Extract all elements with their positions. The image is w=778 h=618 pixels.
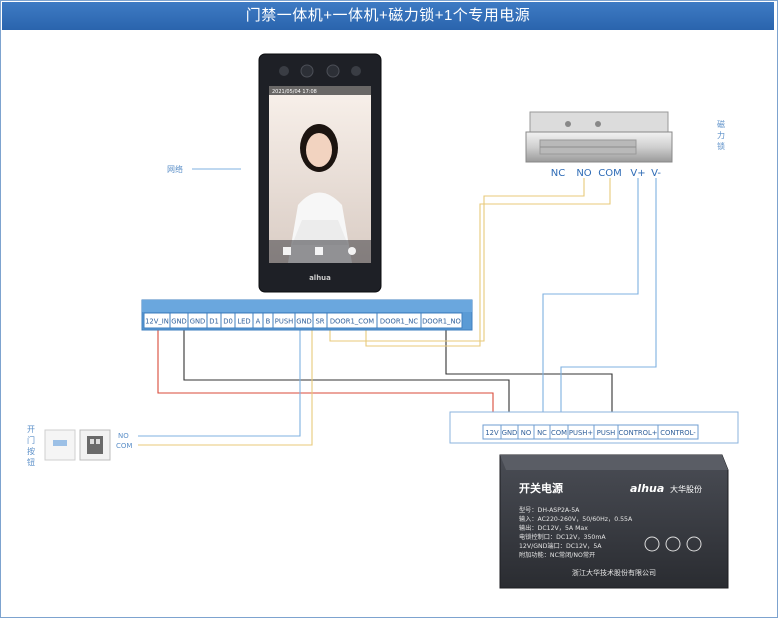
psu-terminal-label: NO	[521, 429, 531, 437]
button-label-char: 开	[27, 425, 35, 434]
psu-terminal-label: CONTROL+	[619, 429, 658, 437]
controller-terminal-label: DOOR1_COM	[330, 318, 374, 326]
lock-terminal-com: COM	[598, 168, 621, 179]
button-label-char: 门	[27, 435, 35, 445]
button-label-char: 按	[27, 446, 35, 456]
psu-brand-cn: 大华股份	[670, 484, 702, 494]
wire-button-com	[138, 330, 313, 446]
screen-date: 2021/05/04 17:08	[272, 89, 317, 95]
controller-terminal-label: GND	[190, 318, 206, 326]
controller-terminal-label: DOOR1_NO	[422, 318, 461, 326]
lock-terminals: NC NO COM V+ V-	[551, 168, 662, 179]
psu-name: 开关电源	[519, 481, 563, 495]
power-supply: 开关电源 alhua 大华股份 型号：DH-ASP2A-5A 输入：AC220-…	[499, 454, 729, 589]
psu-terminal-label: PUSH	[597, 429, 616, 437]
network-label: 网络	[167, 164, 183, 174]
controller-terminal-label: B	[266, 318, 271, 326]
lock-terminal-vplus: V+	[630, 168, 645, 179]
psu-terminal-label: NC	[537, 429, 547, 437]
button-label-char: 钮	[27, 457, 35, 467]
lock-terminal-vminus: V-	[651, 168, 661, 179]
psu-spec-line: 电锁控制口：DC12V，350mA	[519, 533, 606, 541]
button-com-label: COM	[116, 442, 132, 450]
controller-terminal-label: 12V_IN	[145, 318, 169, 326]
wire-12v	[157, 330, 494, 424]
wire-button-no	[138, 330, 301, 437]
exit-button	[44, 429, 111, 461]
psu-terminal-label: COM	[551, 429, 567, 437]
lock-label-char: 锁	[717, 141, 725, 151]
exit-button-label: 开 门 按 钮	[27, 425, 35, 467]
lock-label-char: 磁	[717, 119, 725, 129]
wire-lock-vminus	[560, 178, 657, 424]
psu-maker: 浙江大华技术股份有限公司	[572, 568, 656, 577]
lock-terminal-nc: NC	[551, 168, 565, 179]
magnetic-lock	[525, 111, 673, 163]
controller-terminal-label: SR	[315, 318, 324, 326]
psu-spec-line: 型号：DH-ASP2A-5A	[519, 506, 580, 514]
psu-spec-line: 附加功能：NC常闭/NO常开	[519, 551, 595, 559]
controller-terminal-strip: 12V_IN GND GND D1 D0 LED A B PUSH GND SR DOOR1_COM D…	[141, 299, 473, 331]
wire-lock-vplus	[542, 178, 639, 424]
psu-brand-logo: alhua	[630, 482, 664, 495]
psu-spec-line: 输出：DC12V，5A Max	[519, 524, 588, 532]
access-terminal: 2021/05/04 17:08 alhua	[258, 53, 382, 293]
psu-spec-line: 12V/GND端口：DC12V，5A	[519, 542, 602, 550]
psu-terminal-label: 12V	[485, 429, 499, 437]
psu-terminal-label: PUSH+	[569, 429, 593, 437]
lock-terminal-no: NO	[576, 168, 591, 179]
wiring-diagram: 2021/05/04 17:08 alhua 网络 磁 力 锁 NC NO CO…	[27, 53, 739, 589]
controller-terminal-label: D1	[209, 318, 219, 326]
psu-terminal-strip: 12V GND NO NC COM PUSH+ PUSH CONTROL+ CONTROL-	[449, 411, 739, 444]
psu-terminal-label: CONTROL-	[660, 429, 696, 437]
terminal-brand-logo: alhua	[309, 274, 331, 282]
controller-terminal-label: A	[256, 318, 261, 326]
wire-door1-no	[445, 330, 613, 424]
controller-terminal-label: PUSH	[275, 318, 294, 326]
psu-terminal-label: GND	[502, 429, 518, 437]
controller-terminal-label: GND	[296, 318, 312, 326]
lock-label-char: 力	[717, 130, 725, 140]
wire-gnd	[183, 330, 510, 424]
controller-terminal-label: LED	[237, 318, 250, 326]
controller-terminal-label: GND	[171, 318, 187, 326]
button-no-label: NO	[118, 432, 129, 440]
controller-terminal-label: DOOR1_NC	[380, 318, 418, 326]
lock-label: 磁 力 锁	[717, 119, 725, 151]
controller-terminal-label: D0	[223, 318, 233, 326]
psu-spec-line: 输入：AC220-260V，50/60Hz，0.55A	[519, 515, 633, 523]
